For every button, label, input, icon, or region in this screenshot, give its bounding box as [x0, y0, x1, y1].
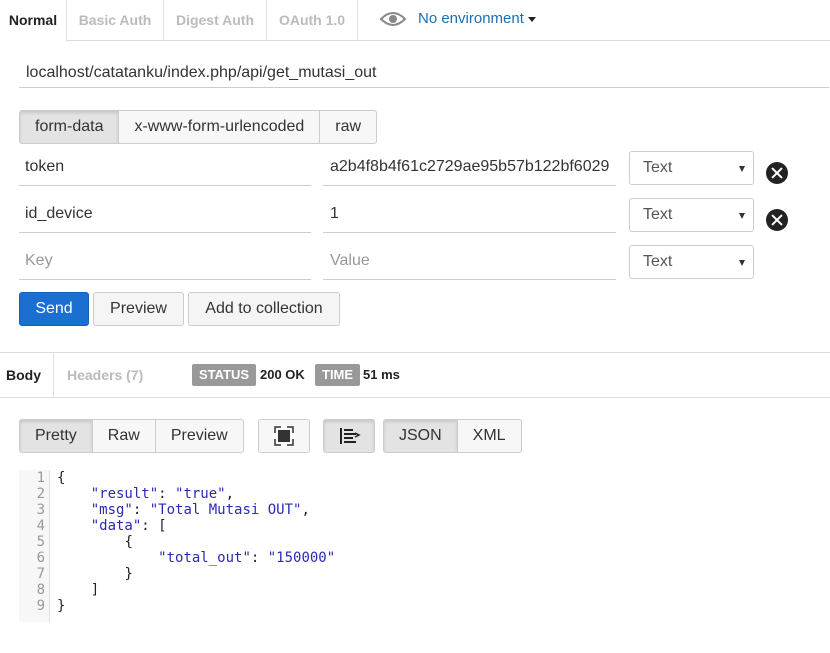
- code-token: }: [124, 566, 133, 582]
- json-value: "150000": [267, 550, 336, 566]
- code-line: {: [57, 470, 335, 486]
- raw-button[interactable]: raw: [319, 110, 378, 144]
- param-type-label: Text: [643, 159, 673, 176]
- response-code-view[interactable]: 1 2 3 4 5 6 7 8 9 { "result": "true", "m…: [19, 470, 819, 622]
- new-param-key-field[interactable]: Key: [19, 244, 311, 280]
- preview-button[interactable]: Preview: [93, 292, 184, 326]
- eye-icon: [379, 12, 407, 27]
- fullscreen-icon: [274, 426, 294, 446]
- tab-body[interactable]: Body: [6, 353, 53, 398]
- param-key-field[interactable]: id_device: [19, 197, 311, 233]
- code-line: "total_out": "150000": [158, 550, 336, 566]
- param-type-select[interactable]: Text: [629, 198, 754, 232]
- line-number: 4: [36, 518, 45, 534]
- wrap-toggle-button[interactable]: [323, 419, 375, 453]
- param-type-label: Text: [643, 253, 673, 270]
- param-row: id_device 1 Text: [19, 197, 819, 237]
- tab-digest-auth[interactable]: Digest Auth: [164, 0, 267, 41]
- line-number-gutter: 1 2 3 4 5 6 7 8 9: [19, 470, 50, 622]
- format-group: JSON XML: [383, 419, 522, 453]
- form-data-button[interactable]: form-data: [19, 110, 120, 144]
- send-button[interactable]: Send: [19, 292, 89, 326]
- remove-circle-icon[interactable]: [766, 162, 788, 184]
- code-line: "result": "true",: [90, 486, 235, 502]
- code-token: [: [158, 518, 167, 534]
- code-line: ]: [57, 582, 335, 598]
- status-value: 200 OK: [260, 367, 305, 382]
- time-value: 51 ms: [363, 367, 400, 382]
- code-line: "data": [: [90, 518, 167, 534]
- text-wrap-icon: [340, 428, 361, 444]
- line-number: 9: [36, 598, 45, 614]
- chevron-down-icon: [527, 16, 536, 22]
- select-arrow-icon: [739, 213, 745, 219]
- new-param-value-field[interactable]: Value: [323, 244, 616, 280]
- tab-oauth[interactable]: OAuth 1.0: [267, 0, 358, 41]
- pretty-button[interactable]: Pretty: [19, 419, 93, 453]
- environment-label: No environment: [418, 10, 524, 27]
- json-value: "true": [175, 486, 226, 502]
- code-line: }: [57, 598, 335, 614]
- code-token: ]: [90, 582, 100, 598]
- json-key: "result": [90, 486, 159, 502]
- param-value-field[interactable]: a2b4f8b4f61c2729ae95b57b122bf6029: [323, 150, 616, 186]
- tab-basic-auth[interactable]: Basic Auth: [67, 0, 164, 41]
- json-key: "msg": [90, 502, 133, 518]
- url-input[interactable]: localhost/catatanku/index.php/api/get_mu…: [19, 60, 829, 88]
- body-type-group: form-data x-www-form-urlencoded raw: [19, 110, 378, 144]
- json-value: "Total Mutasi OUT": [149, 502, 302, 518]
- code-source: { "result": "true", "msg": "Total Mutasi…: [57, 470, 335, 614]
- select-arrow-icon: [739, 166, 745, 172]
- tab-normal[interactable]: Normal: [0, 0, 67, 42]
- line-number: 2: [36, 486, 45, 502]
- fullscreen-button[interactable]: [258, 419, 310, 453]
- auth-tab-bar: Normal Basic Auth Digest Auth OAuth 1.0 …: [0, 0, 830, 42]
- code-token: }: [57, 598, 66, 614]
- tab-headers[interactable]: Headers (7): [53, 353, 158, 398]
- preview-view-button[interactable]: Preview: [154, 419, 244, 453]
- line-number: 8: [36, 582, 45, 598]
- line-number: 6: [36, 550, 45, 566]
- response-tab-bar: Body Headers (7) STATUS 200 OK TIME 51 m…: [0, 352, 830, 398]
- time-badge: TIME: [315, 364, 361, 386]
- code-line: "msg": "Total Mutasi OUT",: [90, 502, 310, 518]
- param-type-label: Text: [643, 206, 673, 223]
- raw-view-button[interactable]: Raw: [91, 419, 156, 453]
- param-value-field[interactable]: 1: [323, 197, 616, 233]
- select-arrow-icon: [739, 260, 745, 266]
- code-token: {: [57, 470, 66, 486]
- xml-button[interactable]: XML: [456, 419, 522, 453]
- status-badge: STATUS: [192, 364, 257, 386]
- json-button[interactable]: JSON: [383, 419, 458, 453]
- param-row: token a2b4f8b4f61c2729ae95b57b122bf6029 …: [19, 150, 819, 190]
- line-number: 3: [36, 502, 45, 518]
- environment-selector[interactable]: No environment: [379, 0, 536, 40]
- code-token: {: [124, 534, 133, 550]
- new-param-type-select[interactable]: Text: [629, 245, 754, 279]
- view-mode-group: Pretty Raw Preview: [19, 419, 244, 453]
- json-key: "data": [90, 518, 142, 534]
- add-to-collection-button[interactable]: Add to collection: [188, 292, 340, 326]
- urlencoded-button[interactable]: x-www-form-urlencoded: [118, 110, 321, 144]
- json-key: "total_out": [158, 550, 251, 566]
- remove-circle-icon[interactable]: [766, 209, 788, 231]
- param-type-select[interactable]: Text: [629, 151, 754, 185]
- code-line: }: [57, 566, 335, 582]
- code-line: {: [57, 534, 335, 550]
- new-param-row: Key Value Text: [19, 244, 819, 284]
- line-number: 7: [36, 566, 45, 582]
- line-number: 1: [36, 470, 45, 486]
- param-key-field[interactable]: token: [19, 150, 311, 186]
- line-number: 5: [36, 534, 45, 550]
